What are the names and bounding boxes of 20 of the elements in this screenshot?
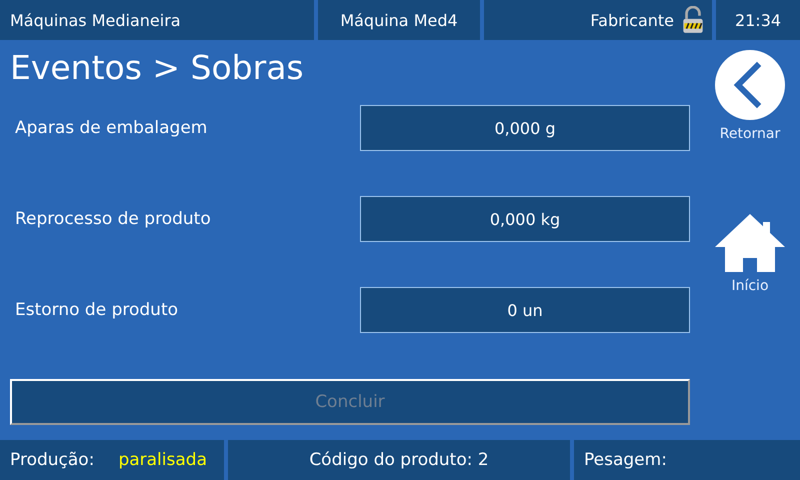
machine-name: Máquina Med4 [340,10,458,30]
input-field[interactable]: 0,000 kg [360,196,690,242]
product-code: Código do produto: 2 [309,450,489,470]
input-field[interactable]: 0 un [360,287,690,333]
padlock-icon[interactable] [682,6,704,34]
nav-label[interactable]: Retornar [720,126,780,142]
app-name: Máquinas Medianeira [10,10,181,30]
field-label: Reprocesso de produto [15,209,211,229]
weighing-label: Pesagem: [584,450,667,470]
field-label: Estorno de produto [15,300,178,320]
input-field[interactable]: 0,000 g [360,105,690,151]
user-name: Fabricante [590,10,674,30]
page-title: Eventos > Sobras [10,48,305,88]
home-icon[interactable] [715,214,785,272]
clock-time: 21:34 [734,10,782,30]
nav-label[interactable]: Início [731,278,769,294]
production-status: paralisada [118,450,207,470]
production-label: Produção: [10,450,94,470]
back-icon[interactable] [715,50,785,120]
field-label: Aparas de embalagem [15,118,208,138]
